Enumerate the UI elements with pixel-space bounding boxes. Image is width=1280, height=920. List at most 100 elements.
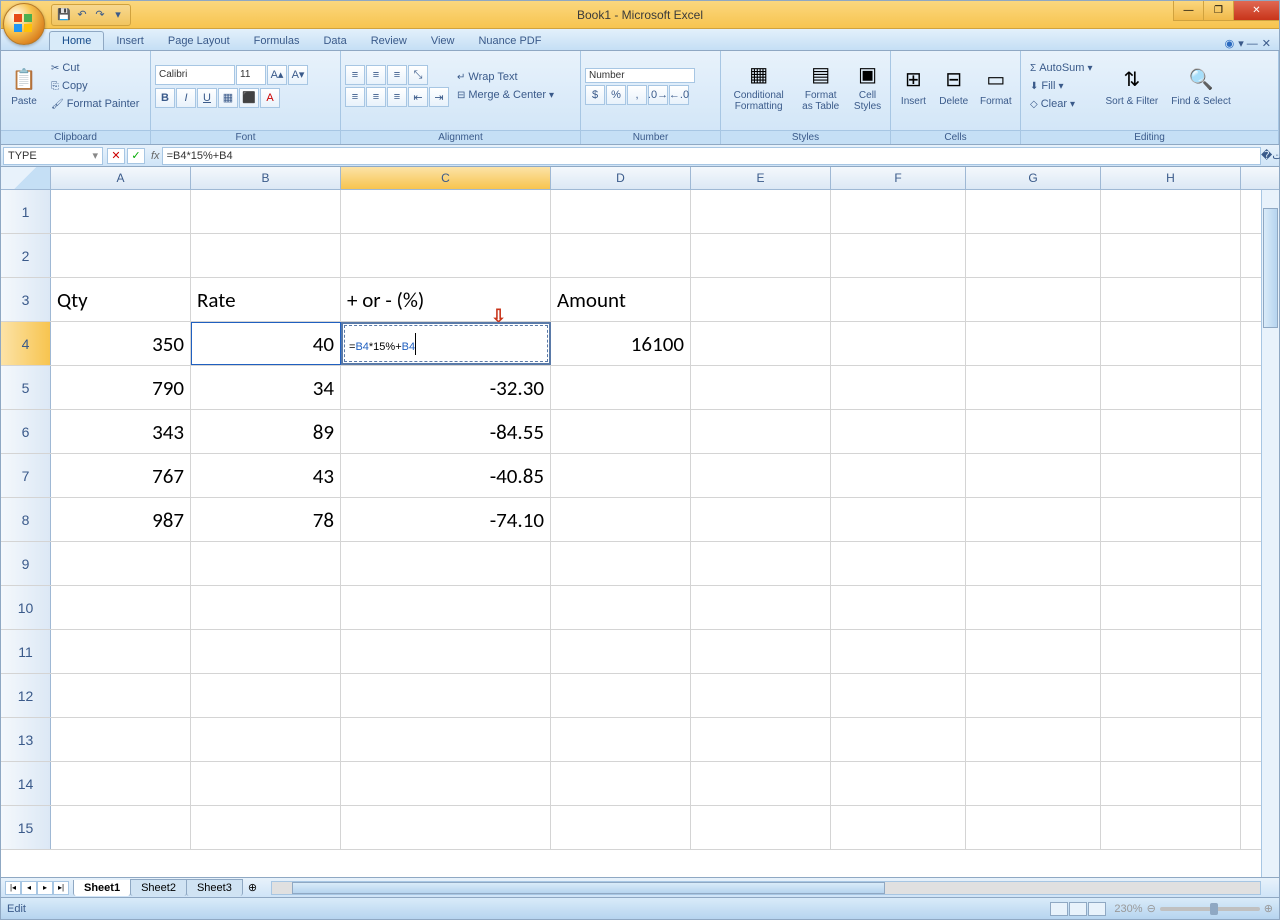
new-sheet-icon[interactable]: ⊕ (242, 881, 263, 894)
cell-H3[interactable] (1101, 278, 1241, 321)
cell-A12[interactable] (51, 674, 191, 717)
cell-B5[interactable]: 34 (191, 366, 341, 409)
align-bottom-icon[interactable]: ≡ (387, 65, 407, 85)
cell-D2[interactable] (551, 234, 691, 277)
cell-E1[interactable] (691, 190, 831, 233)
underline-button[interactable]: U (197, 88, 217, 108)
cell-D1[interactable] (551, 190, 691, 233)
font-size-input[interactable] (236, 65, 266, 85)
tab-insert[interactable]: Insert (104, 32, 156, 50)
bold-button[interactable]: B (155, 88, 175, 108)
select-all-corner[interactable] (1, 167, 51, 189)
cell-A4[interactable]: 350 (51, 322, 191, 365)
ribbon-minimize-icon[interactable]: ▾ — (1238, 37, 1258, 50)
cell-B7[interactable]: 43 (191, 454, 341, 497)
row-header-13[interactable]: 13 (1, 718, 51, 761)
align-left-icon[interactable]: ≡ (345, 87, 365, 107)
align-center-icon[interactable]: ≡ (366, 87, 386, 107)
cell-H6[interactable] (1101, 410, 1241, 453)
italic-button[interactable]: I (176, 88, 196, 108)
cell-C1[interactable] (341, 190, 551, 233)
cell-F11[interactable] (831, 630, 966, 673)
cell-H2[interactable] (1101, 234, 1241, 277)
percent-icon[interactable]: % (606, 85, 626, 105)
zoom-in-icon[interactable]: ⊕ (1264, 902, 1273, 915)
cell-F12[interactable] (831, 674, 966, 717)
office-button[interactable] (3, 3, 45, 45)
cell-G6[interactable] (966, 410, 1101, 453)
horizontal-scrollbar[interactable] (271, 881, 1261, 895)
row-header-8[interactable]: 8 (1, 498, 51, 541)
cell-A2[interactable] (51, 234, 191, 277)
cell-H11[interactable] (1101, 630, 1241, 673)
cell-D15[interactable] (551, 806, 691, 849)
cell-D9[interactable] (551, 542, 691, 585)
cell-E11[interactable] (691, 630, 831, 673)
tab-view[interactable]: View (419, 32, 467, 50)
cell-B2[interactable] (191, 234, 341, 277)
column-header-F[interactable]: F (831, 167, 966, 189)
cell-G8[interactable] (966, 498, 1101, 541)
row-header-7[interactable]: 7 (1, 454, 51, 497)
cell-E7[interactable] (691, 454, 831, 497)
cell-C12[interactable] (341, 674, 551, 717)
cell-C6[interactable]: -84.55 (341, 410, 551, 453)
font-color-button[interactable]: A (260, 88, 280, 108)
fill-button[interactable]: ⬇ Fill ▾ (1025, 78, 1097, 94)
align-top-icon[interactable]: ≡ (345, 65, 365, 85)
increase-font-icon[interactable]: A▴ (267, 65, 287, 85)
column-header-D[interactable]: D (551, 167, 691, 189)
cell-D6[interactable] (551, 410, 691, 453)
cut-button[interactable]: ✂ Cut (46, 60, 144, 76)
cell-E6[interactable] (691, 410, 831, 453)
column-header-E[interactable]: E (691, 167, 831, 189)
cell-B9[interactable] (191, 542, 341, 585)
cell-F9[interactable] (831, 542, 966, 585)
wrap-text-button[interactable]: ↵ Wrap Text (452, 69, 559, 85)
cell-F3[interactable] (831, 278, 966, 321)
cell-A13[interactable] (51, 718, 191, 761)
column-header-G[interactable]: G (966, 167, 1101, 189)
cell-E5[interactable] (691, 366, 831, 409)
cell-C10[interactable] (341, 586, 551, 629)
clear-button[interactable]: ◇ Clear ▾ (1025, 96, 1097, 112)
sort-filter-button[interactable]: ⇅Sort & Filter (1100, 53, 1163, 119)
cell-C13[interactable] (341, 718, 551, 761)
cell-E15[interactable] (691, 806, 831, 849)
format-cells-button[interactable]: ▭Format (976, 53, 1016, 119)
cell-G13[interactable] (966, 718, 1101, 761)
redo-icon[interactable]: ↷ (92, 7, 108, 23)
cell-E9[interactable] (691, 542, 831, 585)
tab-review[interactable]: Review (359, 32, 419, 50)
column-header-C[interactable]: C (341, 167, 551, 189)
row-header-12[interactable]: 12 (1, 674, 51, 717)
cell-F7[interactable] (831, 454, 966, 497)
cell-C14[interactable] (341, 762, 551, 805)
tab-page-layout[interactable]: Page Layout (156, 32, 242, 50)
align-right-icon[interactable]: ≡ (387, 87, 407, 107)
format-painter-button[interactable]: 🖌 Format Painter (46, 96, 144, 112)
fx-icon[interactable]: fx (151, 150, 160, 162)
cell-E8[interactable] (691, 498, 831, 541)
sheet-nav-last-icon[interactable]: ▸| (53, 881, 69, 895)
zoom-slider[interactable] (1160, 907, 1260, 911)
cell-H5[interactable] (1101, 366, 1241, 409)
cell-G11[interactable] (966, 630, 1101, 673)
autosum-button[interactable]: Σ AutoSum ▾ (1025, 60, 1097, 76)
view-page-layout-icon[interactable] (1069, 902, 1087, 916)
cell-A1[interactable] (51, 190, 191, 233)
ribbon-close-icon[interactable]: ✕ (1262, 37, 1271, 50)
comma-icon[interactable]: , (627, 85, 647, 105)
cell-H14[interactable] (1101, 762, 1241, 805)
tab-home[interactable]: Home (49, 31, 104, 50)
cell-B4[interactable]: 40 (191, 322, 341, 365)
sheet-nav-first-icon[interactable]: |◂ (5, 881, 21, 895)
cell-A3[interactable]: Qty (51, 278, 191, 321)
cell-E2[interactable] (691, 234, 831, 277)
cell-G1[interactable] (966, 190, 1101, 233)
row-header-11[interactable]: 11 (1, 630, 51, 673)
cell-H7[interactable] (1101, 454, 1241, 497)
cell-E4[interactable] (691, 322, 831, 365)
cell-A8[interactable]: 987 (51, 498, 191, 541)
cell-F6[interactable] (831, 410, 966, 453)
